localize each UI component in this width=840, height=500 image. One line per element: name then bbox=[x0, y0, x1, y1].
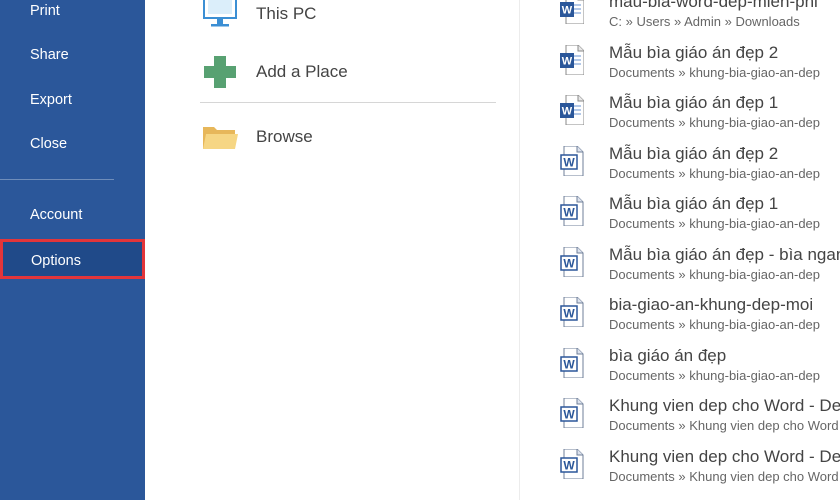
recent-doc-title: bìa giáo án đẹp bbox=[609, 346, 727, 365]
place-label: Add a Place bbox=[256, 62, 348, 81]
recent-doc-path: Documents » khung-bia-giao-an-dep bbox=[609, 166, 821, 181]
recent-doc-title: mau-bia-word-dep-mien-phi bbox=[609, 0, 818, 11]
word-legacy-doc-icon: W bbox=[560, 348, 584, 378]
recent-doc-title: Mẫu bìa giáo án đẹp 1 bbox=[609, 93, 779, 112]
svg-text:W: W bbox=[562, 106, 573, 118]
nav-item-export[interactable]: Export bbox=[30, 90, 72, 110]
recent-doc[interactable]: W Mẫu bìa giáo án đẹp 1 Documents » khun… bbox=[560, 190, 840, 238]
recent-doc-title: Mẫu bìa giáo án đẹp 2 bbox=[609, 144, 779, 163]
recent-doc-title: Khung vien dep cho Word - Dep bbox=[609, 447, 840, 466]
recent-doc-title: Khung vien dep cho Word - Dep bbox=[609, 396, 840, 415]
folder-icon bbox=[203, 127, 238, 149]
computer-icon bbox=[203, 0, 237, 27]
recent-doc-title: bia-giao-an-khung-dep-moi bbox=[609, 295, 814, 314]
place-add-a-place[interactable]: Add a Place bbox=[200, 52, 500, 92]
place-label: Browse bbox=[256, 127, 313, 146]
recent-doc-path: Documents » Khung vien dep cho Word bbox=[609, 418, 839, 433]
word-doc-icon: W bbox=[560, 45, 584, 75]
nav-item-print[interactable]: Print bbox=[30, 1, 60, 21]
recent-doc-title: Mẫu bìa giáo án đẹp 1 bbox=[609, 194, 779, 213]
word-legacy-doc-icon: W bbox=[560, 146, 584, 176]
svg-text:W: W bbox=[563, 459, 575, 473]
nav-divider bbox=[0, 179, 114, 180]
column-divider bbox=[519, 0, 520, 500]
word-legacy-doc-icon: W bbox=[560, 247, 584, 277]
svg-text:W: W bbox=[562, 5, 573, 17]
plus-icon bbox=[204, 56, 236, 88]
recent-doc-path: Documents » khung-bia-giao-an-dep bbox=[609, 267, 821, 282]
recent-doc-title: Mẫu bìa giáo án đẹp - bìa ngang bbox=[609, 245, 840, 264]
svg-text:W: W bbox=[562, 56, 573, 68]
recent-documents-list: W mau-bia-word-dep-mien-phi C: » Users »… bbox=[560, 0, 840, 500]
nav-item-share[interactable]: Share bbox=[30, 45, 69, 65]
svg-text:W: W bbox=[563, 408, 575, 422]
recent-doc[interactable]: W Mẫu bìa giáo án đẹp 2 Documents » khun… bbox=[560, 140, 840, 188]
recent-doc-path: Documents » khung-bia-giao-an-dep bbox=[609, 317, 821, 332]
word-legacy-doc-icon: W bbox=[560, 449, 584, 479]
place-browse[interactable]: Browse bbox=[200, 117, 500, 157]
recent-doc[interactable]: W Mẫu bìa giáo án đẹp - bìa ngang Docume… bbox=[560, 241, 840, 289]
recent-doc-path: C: » Users » Admin » Downloads bbox=[609, 14, 800, 29]
recent-doc[interactable]: W Khung vien dep cho Word - Dep Document… bbox=[560, 443, 840, 491]
recent-doc[interactable]: W Mẫu bìa giáo án đẹp 1 Documents » khun… bbox=[560, 89, 840, 137]
recent-doc[interactable]: W bìa giáo án đẹp Documents » khung-bia-… bbox=[560, 342, 840, 390]
backstage-nav: Print Share Export Close Account Options bbox=[0, 0, 145, 500]
recent-doc-path: Documents » khung-bia-giao-an-dep bbox=[609, 368, 821, 383]
word-legacy-doc-icon: W bbox=[560, 398, 584, 428]
nav-item-options[interactable]: Options bbox=[0, 239, 145, 279]
nav-item-account[interactable]: Account bbox=[30, 205, 82, 225]
recent-doc[interactable]: W Khung vien dep cho Word - Dep Document… bbox=[560, 392, 840, 440]
word-legacy-doc-icon: W bbox=[560, 297, 584, 327]
recent-doc-title: Mẫu bìa giáo án đẹp 2 bbox=[609, 43, 779, 62]
recent-doc-path: Documents » Khung vien dep cho Word bbox=[609, 469, 839, 484]
recent-doc[interactable]: W Mẫu bìa giáo án đẹp 2 Documents » khun… bbox=[560, 39, 840, 87]
svg-text:W: W bbox=[563, 358, 575, 372]
places-divider bbox=[200, 102, 496, 103]
recent-doc[interactable]: W mau-bia-word-dep-mien-phi C: » Users »… bbox=[560, 0, 840, 36]
recent-doc-path: Documents » khung-bia-giao-an-dep bbox=[609, 65, 821, 80]
svg-text:W: W bbox=[563, 156, 575, 170]
place-this-pc[interactable]: This PC bbox=[200, 0, 500, 34]
svg-text:W: W bbox=[563, 206, 575, 220]
word-doc-icon: W bbox=[560, 95, 584, 125]
recent-doc-path: Documents » khung-bia-giao-an-dep bbox=[609, 115, 821, 130]
recent-doc-path: Documents » khung-bia-giao-an-dep bbox=[609, 216, 821, 231]
svg-text:W: W bbox=[563, 307, 575, 321]
nav-item-options-label: Options bbox=[31, 253, 81, 269]
word-doc-icon: W bbox=[560, 0, 584, 24]
recent-doc[interactable]: W bia-giao-an-khung-dep-moi Documents » … bbox=[560, 291, 840, 339]
nav-item-close[interactable]: Close bbox=[30, 134, 67, 154]
place-label: This PC bbox=[256, 4, 317, 23]
svg-text:W: W bbox=[563, 257, 575, 271]
word-legacy-doc-icon: W bbox=[560, 196, 584, 226]
